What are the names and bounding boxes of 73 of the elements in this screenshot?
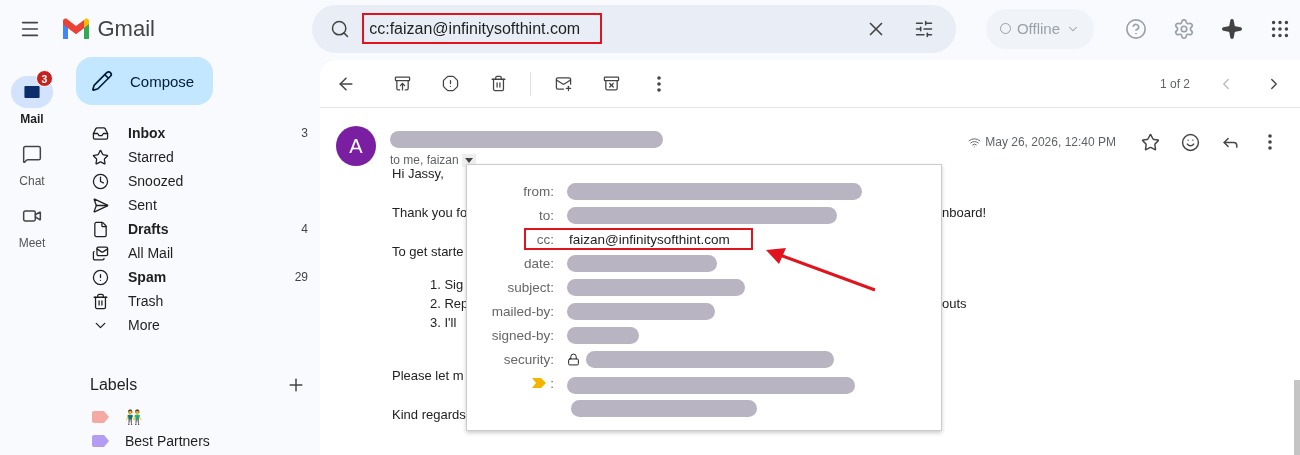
rail-item[interactable]: Meet — [11, 192, 53, 250]
details-toggle[interactable] — [461, 153, 476, 167]
caret-icon — [464, 157, 473, 163]
body-text: nboard! — [942, 205, 988, 220]
redacted-bar — [567, 326, 639, 344]
signal-icon — [968, 135, 982, 149]
sparkle-icon — [1221, 17, 1243, 40]
folder-item[interactable]: Drafts 4 — [76, 217, 308, 241]
detail-label: : — [487, 375, 554, 391]
folder-item[interactable]: Starred — [76, 145, 308, 169]
help-icon — [1125, 17, 1147, 40]
file-icon — [92, 220, 109, 238]
body-text: 1. Sig — [429, 277, 465, 292]
folder-item[interactable]: More — [76, 313, 308, 337]
search-field[interactable]: cc:faizan@infinitysofthint.com — [362, 13, 603, 44]
unread-badge: 3 — [36, 70, 53, 87]
pencil-icon — [91, 70, 113, 92]
gmail-logo-icon — [61, 16, 92, 41]
labels-heading: Labels — [90, 376, 138, 394]
folder-count: 3 — [301, 126, 308, 140]
pagination-text: 1 of 2 — [1159, 76, 1190, 91]
app-name: Gmail — [97, 15, 155, 42]
folder-count: 29 — [294, 270, 308, 284]
detail-label: security: — [502, 351, 554, 367]
detail-label: from: — [522, 183, 554, 199]
rail-item[interactable]: Chat — [11, 130, 53, 188]
folder-count: 4 — [301, 222, 308, 236]
sender-avatar: A — [336, 126, 376, 166]
detail-label: mailed-by: — [490, 303, 554, 319]
message-date: May 26, 2026, 12:40 PM — [985, 135, 1116, 149]
settings-icon — [1173, 17, 1195, 40]
body-text: Kind regards — [392, 407, 466, 422]
folder-item[interactable]: Trash — [76, 289, 308, 313]
label-item[interactable]: 👬 — [76, 405, 320, 429]
label-item[interactable]: Best Partners — [76, 429, 320, 453]
detail-label: to: — [538, 207, 554, 223]
send-icon — [92, 196, 109, 214]
mails-icon — [92, 244, 109, 262]
folder-item[interactable]: Inbox 3 — [76, 121, 308, 145]
search-icon — [330, 18, 351, 39]
chat-icon — [22, 144, 42, 164]
trash-icon — [92, 292, 109, 310]
folder-item[interactable]: Sent — [76, 193, 308, 217]
inbox-icon — [92, 124, 109, 142]
importance-marker-icon — [532, 378, 547, 388]
folder-item[interactable]: Snoozed — [76, 169, 308, 193]
star-icon — [92, 148, 109, 166]
alert-icon — [92, 268, 109, 286]
archive-icon — [393, 75, 411, 92]
move-icon — [602, 75, 620, 92]
sliders-icon — [913, 18, 934, 39]
compose-button[interactable]: Compose — [76, 57, 213, 105]
detail-label: cc: — [535, 231, 554, 247]
body-text: 3. I'll — [429, 315, 458, 330]
detail-value: faizan@infinitysofthint.com — [569, 231, 730, 247]
more-icon — [657, 75, 661, 92]
folder-item[interactable]: Spam 29 — [76, 265, 308, 289]
body-text: To get starte — [392, 244, 465, 259]
body-text: Hi Jassy, — [392, 166, 445, 181]
smile-icon — [1180, 132, 1200, 152]
body-text: outs — [942, 296, 968, 311]
detail-label: subject: — [506, 279, 554, 295]
trash-icon — [489, 75, 507, 92]
detail-label: date: — [522, 255, 554, 271]
alert-icon — [441, 75, 459, 92]
star-icon — [1140, 132, 1160, 152]
lock-icon — [567, 352, 580, 366]
recipients-text: to me, faizan — [390, 153, 459, 167]
clock-icon — [92, 172, 109, 190]
more-icon — [1268, 134, 1272, 150]
detail-label: signed-by: — [490, 327, 554, 343]
folder-item[interactable]: All Mail — [76, 241, 308, 265]
body-text: Please let m — [392, 368, 465, 383]
